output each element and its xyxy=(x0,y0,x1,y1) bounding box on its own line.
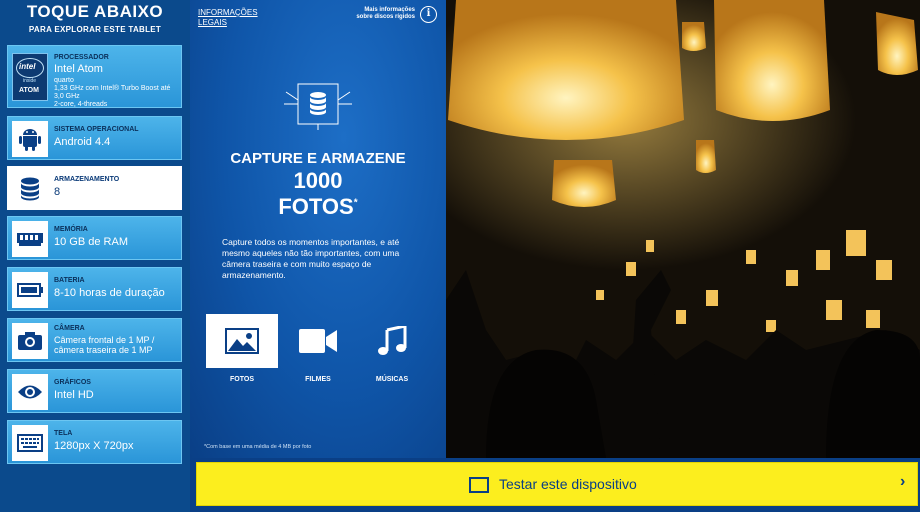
spec-value: 1280px X 720px xyxy=(54,440,134,452)
headline-line1: CAPTURE E ARMAZENE xyxy=(230,150,406,167)
headline-number: 1000 xyxy=(293,168,343,193)
spec-label: BATERIA xyxy=(54,277,85,284)
storage-feature-icon xyxy=(284,82,352,130)
music-button[interactable] xyxy=(356,314,428,368)
info-icon[interactable]: i xyxy=(420,6,437,23)
spec-label: GRÁFICOS xyxy=(54,379,91,386)
spec-label: MEMÓRIA xyxy=(54,226,88,233)
spec-detail: 1,33 GHz com Intel® Turbo Boost até xyxy=(54,85,171,92)
spec-item-screen[interactable]: TELA 1280px X 720px xyxy=(7,420,182,464)
spec-item-memory[interactable]: MEMÓRIA 10 GB de RAM xyxy=(7,216,182,260)
feature-description: Capture todos os momentos importantes, e… xyxy=(222,237,400,280)
memory-chip-icon xyxy=(12,221,48,257)
spec-label: PROCESSADOR xyxy=(54,54,109,61)
spec-value: 8 xyxy=(54,186,61,198)
spec-item-storage[interactable]: ARMAZENAMENTO 8 xyxy=(7,166,182,210)
spec-item-os[interactable]: SISTEMA OPERACIONAL Android 4.4 xyxy=(7,116,182,160)
spec-item-processor[interactable]: intel inside ATOM PROCESSADOR Intel Atom… xyxy=(7,45,182,108)
spec-value: 10 GB de RAM xyxy=(54,236,128,248)
music-label: MÚSICAS xyxy=(375,376,409,383)
spec-item-graphics[interactable]: GRÁFICOS Intel HD xyxy=(7,369,182,413)
legal-info-link[interactable]: INFORMAÇÕES LEGAIS xyxy=(198,8,258,28)
headline-line3: FOTOS* xyxy=(278,194,358,219)
database-icon xyxy=(12,171,48,207)
spec-detail: 2-core, 4-threads xyxy=(54,101,108,108)
sidebar-title: TOQUE ABAIXO xyxy=(26,2,164,21)
test-device-label: Testar este dispositivo xyxy=(499,476,637,492)
spec-value: câmera traseira de 1 MP xyxy=(54,345,153,355)
spec-label: CÂMERA xyxy=(54,325,85,332)
movies-button[interactable] xyxy=(282,314,354,368)
keyboard-screen-icon xyxy=(12,425,48,461)
lanterns-photo xyxy=(446,0,920,458)
spec-value: Intel Atom xyxy=(54,63,103,75)
spec-label: ARMAZENAMENTO xyxy=(54,176,120,183)
android-icon xyxy=(12,121,48,157)
footnote: *Com base em uma média de 4 MB por foto xyxy=(204,444,312,450)
spec-value: Intel HD xyxy=(54,389,94,401)
disk-info-link[interactable]: Mais informações sobre discos rígidos xyxy=(330,7,415,21)
spec-label: TELA xyxy=(54,430,73,437)
sidebar-subtitle: PARA EXPLORAR ESTE TABLET xyxy=(28,25,162,34)
checkbox-icon xyxy=(469,477,489,493)
spec-value: 8-10 horas de duração xyxy=(54,287,165,299)
test-device-button[interactable]: Testar este dispositivo › xyxy=(196,462,918,506)
movies-label: FILMES xyxy=(305,376,331,383)
chevron-right-icon: › xyxy=(900,473,906,490)
spec-item-battery[interactable]: BATERIA 8-10 horas de duração xyxy=(7,267,182,311)
spec-detail: quarto xyxy=(54,77,74,84)
spec-value: Câmera frontal de 1 MP / xyxy=(54,335,155,345)
eye-icon xyxy=(12,374,48,410)
photos-label: FOTOS xyxy=(230,376,254,383)
spec-value: Android 4.4 xyxy=(54,136,111,148)
spec-label: SISTEMA OPERACIONAL xyxy=(54,126,139,133)
feature-panel: INFORMAÇÕES LEGAIS Mais informações sobr… xyxy=(190,0,446,458)
specs-sidebar: TOQUE ABAIXO PARA EXPLORAR ESTE TABLET i… xyxy=(0,0,190,512)
intel-atom-logo: intel inside ATOM xyxy=(12,53,48,101)
battery-icon xyxy=(12,272,48,308)
photos-button[interactable] xyxy=(206,314,278,368)
camera-icon xyxy=(12,323,48,359)
spec-detail: 3,0 GHz xyxy=(54,93,80,100)
spec-item-camera[interactable]: CÂMERA Câmera frontal de 1 MP / câmera t… xyxy=(7,318,182,362)
